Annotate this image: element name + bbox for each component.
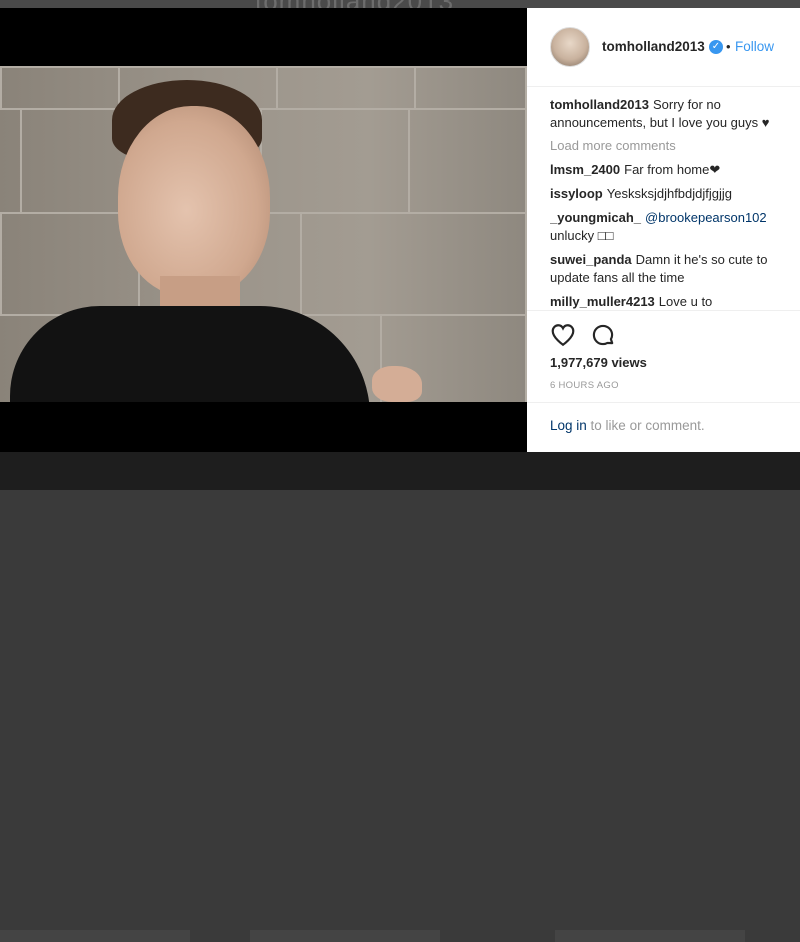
login-prompt-text: Log in to like or comment. xyxy=(550,418,705,433)
post-timestamp: 6 HOURS AGO xyxy=(550,380,619,391)
caption-username[interactable]: tomholland2013 xyxy=(550,97,649,112)
page-backdrop-top: tomholland2013 xyxy=(0,0,800,16)
post-actions: 1,977,679 views 6 HOURS AGO xyxy=(527,310,800,411)
post-side-panel: tomholland2013 ✓ • Follow tomholland2013… xyxy=(527,8,800,452)
page-backdrop-bottom xyxy=(0,452,800,942)
grid-thumbnail[interactable] xyxy=(250,930,440,942)
comments-list[interactable]: tomholland2013 Sorry for no announcements… xyxy=(550,96,788,310)
comment-username[interactable]: issyloop xyxy=(550,186,603,201)
wall-brick xyxy=(300,212,527,316)
caption: tomholland2013 Sorry for no announcements… xyxy=(550,96,788,132)
wall-brick xyxy=(408,108,527,214)
comment-username[interactable]: lmsm_2400 xyxy=(550,162,620,177)
comment-text: Love u to xyxy=(658,294,713,309)
login-prompt-rest: to like or comment. xyxy=(586,418,705,433)
post-header: tomholland2013 ✓ • Follow xyxy=(527,8,800,87)
comment-username[interactable]: suwei_panda xyxy=(550,252,632,267)
person-torso xyxy=(10,306,370,402)
comment-text: unlucky □□ xyxy=(550,228,614,243)
view-count: 1,977,679 views xyxy=(550,355,647,370)
video-frame[interactable] xyxy=(0,66,527,402)
load-more-comments-button[interactable]: Load more comments xyxy=(550,138,788,153)
grid-thumbnail[interactable] xyxy=(555,930,745,942)
list-item: issyloop Yesksksjdjhfbdjdjfjgjjg xyxy=(550,185,788,203)
comment-icon[interactable] xyxy=(590,322,616,348)
wall-brick xyxy=(276,66,416,110)
heart-icon[interactable] xyxy=(550,322,576,348)
wall-brick xyxy=(260,108,410,214)
comment-mention-link[interactable]: @brookepearson102 xyxy=(645,210,767,225)
person-hand xyxy=(372,366,422,402)
comment-username[interactable]: milly_muller4213 xyxy=(550,294,655,309)
video-player[interactable] xyxy=(0,8,527,452)
separator-dot: • xyxy=(726,39,731,54)
wall-brick xyxy=(0,66,120,110)
comment-text: Far from home❤ xyxy=(624,162,721,177)
list-item: milly_muller4213 Love u to xyxy=(550,293,788,310)
login-link[interactable]: Log in xyxy=(550,418,587,433)
person-face xyxy=(118,106,270,296)
list-item: _youngmicah_ @brookepearson102 unlucky □□ xyxy=(550,209,788,245)
comment-username[interactable]: _youngmicah_ xyxy=(550,210,641,225)
verified-badge-icon: ✓ xyxy=(709,40,723,54)
post-username[interactable]: tomholland2013 xyxy=(602,39,705,54)
wall-brick xyxy=(414,66,527,110)
grid-thumbnail[interactable] xyxy=(0,930,190,942)
list-item: suwei_panda Damn it he's so cute to updat… xyxy=(550,251,788,287)
list-item: lmsm_2400 Far from home❤ xyxy=(550,161,788,179)
avatar[interactable] xyxy=(550,27,590,67)
login-prompt: Log in to like or comment. xyxy=(527,402,800,453)
follow-button[interactable]: Follow xyxy=(735,39,774,54)
comment-text: Yesksksjdjhfbdjdjfjgjjg xyxy=(606,186,733,201)
